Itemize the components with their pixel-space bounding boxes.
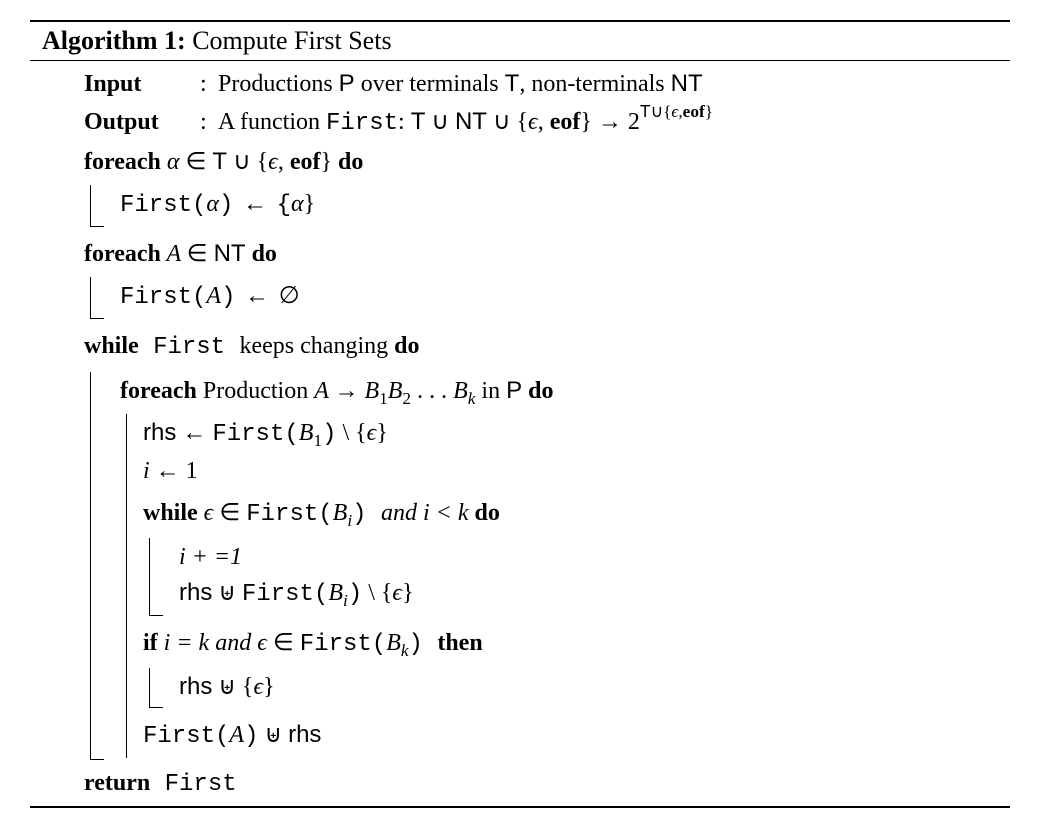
io-colon: : xyxy=(200,67,218,101)
algorithm-number: Algorithm 1: xyxy=(42,26,186,55)
rule-bottom xyxy=(30,806,1010,808)
line-i-init: i ← 1 xyxy=(143,454,1010,488)
algorithm-box: Algorithm 1: Compute First Sets Input : … xyxy=(30,20,1010,808)
input-content: Productions P over terminals T, non-term… xyxy=(218,67,1010,101)
line-first-A-empty: First(A) ← ∅ xyxy=(120,279,1010,315)
line-foreach-alpha: foreach α ∈ T ∪ {ϵ, eof} do xyxy=(84,145,1010,179)
block-while: foreach Production A → B1B2 . . . Bk in … xyxy=(84,372,1010,761)
algorithm-body: Input : Productions P over terminals T, … xyxy=(30,67,1010,802)
rule-top xyxy=(30,20,1010,22)
output-content: A function First: T ∪ NT ∪ {ϵ, eof} → 2T… xyxy=(218,105,1010,141)
output-row: Output : A function First: T ∪ NT ∪ {ϵ, … xyxy=(84,105,1010,141)
algorithm-name: Compute First Sets xyxy=(186,26,392,55)
rule-mid xyxy=(30,60,1010,61)
line-while-changing: while First keeps changing do xyxy=(84,329,1010,365)
block-inner-while: i + =1 rhs ⊎ First(Bi) \ {ϵ} xyxy=(143,538,1010,616)
line-foreach-prod: foreach Production A → B1B2 . . . Bk in … xyxy=(120,374,1010,408)
exponent: T∪{ϵ,eof} xyxy=(640,102,713,121)
block-foreach-A: First(A) ← ∅ xyxy=(84,277,1010,319)
line-return: return First xyxy=(84,766,1010,802)
block-foreach-alpha: First(α) ← {α} xyxy=(84,185,1010,227)
line-i-incr: i + =1 xyxy=(179,540,1010,574)
line-rhs-union: rhs ⊎ First(Bi) \ {ϵ} xyxy=(179,576,1010,612)
block-if: rhs ⊎ {ϵ} xyxy=(143,668,1010,708)
input-label: Input xyxy=(84,67,200,101)
io-colon: : xyxy=(200,105,218,141)
input-row: Input : Productions P over terminals T, … xyxy=(84,67,1010,101)
line-rhs-eps: rhs ⊎ {ϵ} xyxy=(179,670,1010,704)
block-foreach-prod: rhs ← First(B1) \ {ϵ} i ← 1 while ϵ ∈ Fi… xyxy=(120,414,1010,759)
line-inner-while: while ϵ ∈ First(Bi) and i < k do xyxy=(143,496,1010,532)
algorithm-title: Algorithm 1: Compute First Sets xyxy=(30,24,1010,58)
line-first-A-union: First(A) ⊎ rhs xyxy=(143,718,1010,754)
line-rhs-init: rhs ← First(B1) \ {ϵ} xyxy=(143,416,1010,452)
line-if: if i = k and ϵ ∈ First(Bk) then xyxy=(143,626,1010,662)
line-foreach-A: foreach A ∈ NT do xyxy=(84,237,1010,271)
line-first-alpha-assign: First(α) ← {α} xyxy=(120,187,1010,223)
output-label: Output xyxy=(84,105,200,141)
